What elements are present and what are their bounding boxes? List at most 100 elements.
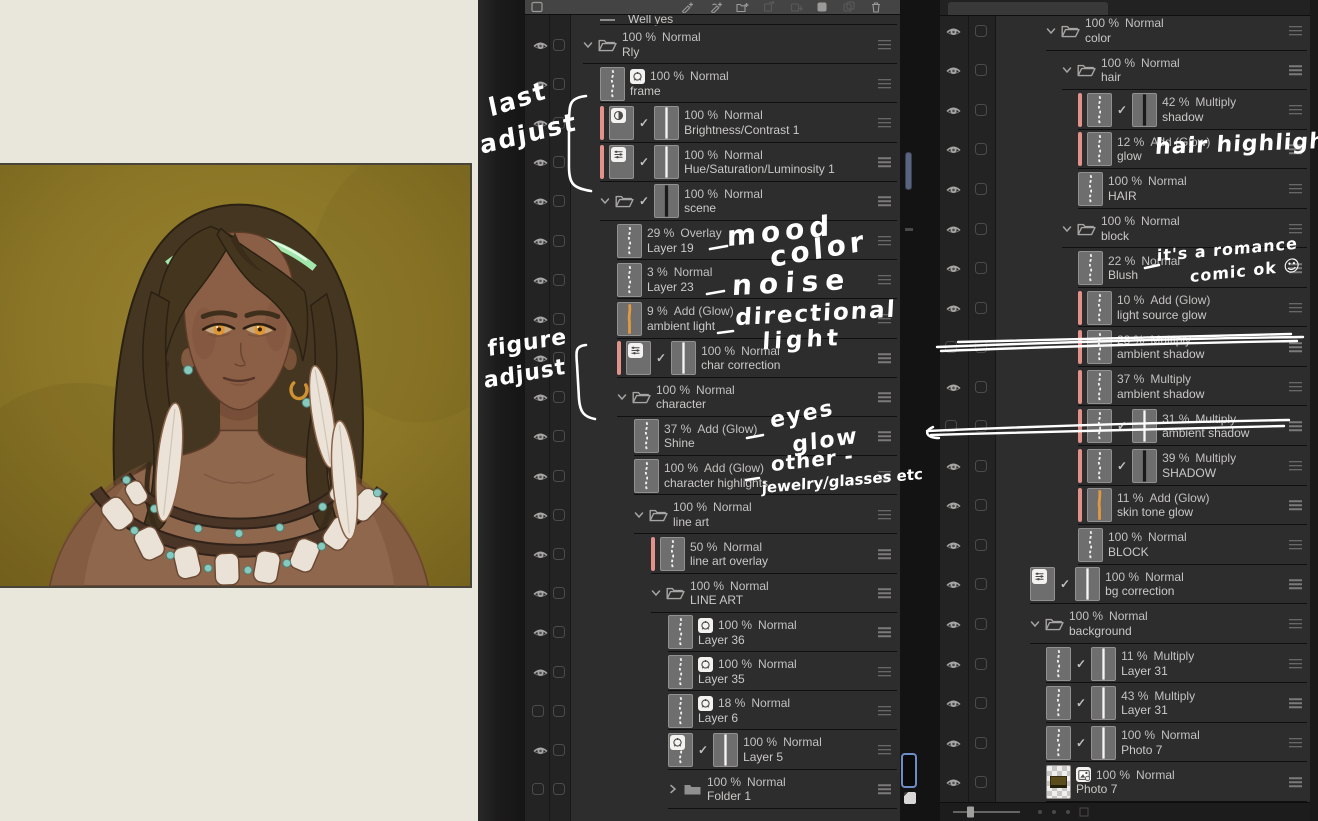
layer-checkbox[interactable] (553, 39, 565, 51)
mask-link-check-icon[interactable]: ✓ (1117, 103, 1127, 117)
visibility-hidden-box[interactable] (532, 705, 544, 717)
layer-folder-row[interactable]: 100 %Normalhair (940, 51, 1310, 91)
layer-checkbox[interactable] (975, 578, 987, 590)
visibility-eye-icon[interactable] (532, 626, 549, 638)
layer-checkbox[interactable] (553, 587, 565, 599)
layer-menu-icon[interactable] (1289, 698, 1302, 708)
mask-link-check-icon[interactable]: ✓ (639, 194, 649, 208)
layer-checkbox[interactable] (975, 223, 987, 235)
mask-link-check-icon[interactable]: ✓ (656, 351, 666, 365)
layer-checkbox[interactable] (553, 117, 565, 129)
layer-thumbnail[interactable] (660, 537, 685, 571)
visibility-eye-icon[interactable] (532, 509, 549, 521)
layer-folder-row[interactable]: 100 %NormalFolder 1 (525, 770, 900, 809)
layer-menu-icon[interactable] (1289, 184, 1302, 194)
visibility-eye-icon[interactable] (945, 262, 962, 274)
layer-checkbox[interactable] (553, 430, 565, 442)
mask-link-check-icon[interactable]: ✓ (1076, 736, 1086, 750)
layer-thumbnail[interactable] (1132, 449, 1157, 483)
layer-checkbox[interactable] (975, 420, 987, 432)
layer-checkbox[interactable] (553, 78, 565, 90)
layer-thumbnail[interactable] (1132, 93, 1157, 127)
layer-folder-row[interactable]: 100 %Normalblock (940, 209, 1310, 249)
mask-link-check-icon[interactable]: ✓ (639, 155, 649, 169)
layer-menu-icon[interactable] (1289, 421, 1302, 431)
layer-checkbox[interactable] (553, 313, 565, 325)
layer-thumbnail[interactable] (1046, 647, 1071, 681)
layer-menu-icon[interactable] (1289, 659, 1302, 669)
layer-checkbox[interactable] (975, 658, 987, 670)
visibility-eye-icon[interactable] (532, 313, 549, 325)
mask-link-check-icon[interactable]: ✓ (1060, 577, 1070, 591)
layer-menu-icon[interactable] (1289, 619, 1302, 629)
layer-row[interactable]: 100 %NormalLayer 35 (525, 652, 900, 691)
layer-folder-row[interactable]: 100 %Normalbackground (940, 604, 1310, 644)
layer-row[interactable]: ✓100 %NormalHue/Saturation/Luminosity 1 (525, 143, 900, 182)
visibility-hidden-box[interactable] (945, 341, 957, 353)
layer-checkbox[interactable] (553, 235, 565, 247)
layer-thumbnail[interactable] (1078, 528, 1103, 562)
layer-checkbox[interactable] (975, 262, 987, 274)
chevron-down-icon[interactable] (634, 510, 644, 520)
layer-menu-icon[interactable] (878, 745, 891, 755)
layer-menu-icon[interactable] (1289, 105, 1302, 115)
layer-checkbox[interactable] (553, 666, 565, 678)
mask-link-check-icon[interactable]: ✓ (1076, 696, 1086, 710)
layer-checkbox[interactable] (553, 391, 565, 403)
visibility-eye-icon[interactable] (532, 666, 549, 678)
layer-row[interactable]: 11 %Add (Glow)skin tone glow (940, 486, 1310, 526)
panel-icon[interactable] (531, 1, 545, 13)
layer-row[interactable]: 100 %Normalframe (525, 64, 900, 103)
layer-checkbox[interactable] (975, 499, 987, 511)
layer-checkbox[interactable] (975, 737, 987, 749)
layer-thumbnail[interactable] (668, 615, 693, 649)
layer-menu-icon[interactable] (1289, 777, 1302, 787)
layer-menu-icon[interactable] (878, 236, 891, 246)
layer-row[interactable]: 37 %Add (Glow)Shine (525, 417, 900, 456)
visibility-eye-icon[interactable] (945, 776, 962, 788)
layer-menu-icon[interactable] (1289, 66, 1302, 76)
visibility-eye-icon[interactable] (532, 352, 549, 364)
visibility-eye-icon[interactable] (945, 25, 962, 37)
layer-menu-icon[interactable] (1289, 263, 1302, 273)
visibility-eye-icon[interactable] (945, 223, 962, 235)
mask-link-check-icon[interactable]: ✓ (639, 116, 649, 130)
layer-checkbox[interactable] (553, 509, 565, 521)
visibility-eye-icon[interactable] (532, 117, 549, 129)
layer-checkbox[interactable] (553, 548, 565, 560)
layer-menu-icon[interactable] (878, 588, 891, 598)
page-icon[interactable] (904, 792, 916, 804)
layer-checkbox[interactable] (975, 539, 987, 551)
layer-row[interactable]: 28 %Multiplyambient shadow (940, 327, 1310, 367)
layer-folder-row[interactable]: 100 %NormalRly (525, 25, 900, 64)
layer-thumbnail[interactable] (1091, 647, 1116, 681)
layer-row[interactable]: 37 %Multiplyambient shadow (940, 367, 1310, 407)
panel-tab[interactable] (948, 2, 1108, 15)
layer-thumbnail[interactable] (609, 145, 634, 179)
layer-row[interactable]: ✓100 %Normalbg correction (940, 565, 1310, 605)
chevron-down-icon[interactable] (1030, 619, 1040, 629)
layer-checkbox[interactable] (975, 776, 987, 788)
layer-thumbnail[interactable] (634, 459, 659, 493)
layer-menu-icon[interactable] (878, 393, 891, 403)
layer-menu-icon[interactable] (878, 157, 891, 167)
visibility-eye-icon[interactable] (945, 64, 962, 76)
new-folder-icon[interactable] (736, 1, 750, 13)
layer-checkbox[interactable] (553, 705, 565, 717)
layer-menu-icon[interactable] (1289, 461, 1302, 471)
layer-thumbnail[interactable] (1046, 765, 1071, 799)
layer-checkbox[interactable] (975, 302, 987, 314)
visibility-eye-icon[interactable] (532, 274, 549, 286)
layer-thumbnail[interactable] (1087, 488, 1112, 522)
mask-link-check-icon[interactable]: ✓ (1117, 459, 1127, 473)
layer-menu-icon[interactable] (878, 79, 891, 89)
layer-row[interactable]: 50 %Normalline art overlay (525, 534, 900, 573)
layer-row[interactable]: 100 %NormalLayer 36 (525, 613, 900, 652)
layer-checkbox[interactable] (975, 697, 987, 709)
layer-thumbnail[interactable] (1087, 449, 1112, 483)
mask-link-check-icon[interactable]: ✓ (1076, 657, 1086, 671)
canvas-artwork[interactable] (0, 163, 472, 588)
visibility-eye-icon[interactable] (532, 156, 549, 168)
layer-menu-icon[interactable] (1289, 580, 1302, 590)
layer-row[interactable]: 29 %OverlayLayer 19 (525, 221, 900, 260)
